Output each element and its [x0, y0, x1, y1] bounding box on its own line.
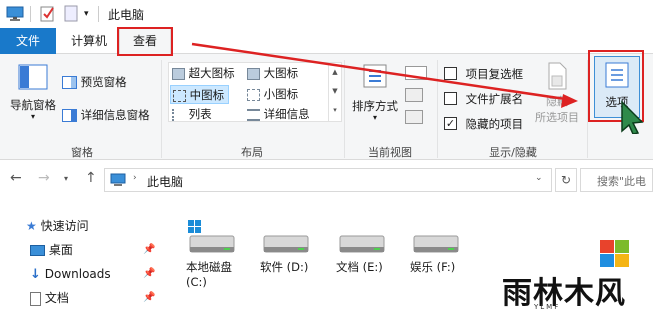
view-tab-highlight-box: [117, 27, 173, 56]
tree-item-downloads[interactable]: ↓ Downloads: [30, 263, 111, 285]
windows-drive-icon: [188, 220, 235, 253]
drive-label-letter: (C:): [186, 275, 207, 289]
drive-item-e[interactable]: 文档 (E:): [336, 220, 396, 275]
pin-icon[interactable]: 📌: [143, 244, 155, 255]
pin-icon[interactable]: 📌: [143, 268, 155, 279]
windows-logo-icon: [600, 240, 629, 267]
watermark-logo: 雨林木风 YLMF: [500, 240, 650, 312]
pin-icon[interactable]: 📌: [143, 292, 155, 303]
documents-label: 文档: [44, 291, 69, 305]
computer-icon: [110, 173, 126, 186]
desktop-label: 桌面: [48, 243, 73, 257]
quick-access-label: 快速访问: [40, 219, 89, 233]
drive-label: 文档 (E:): [336, 260, 383, 274]
recent-dropdown-icon[interactable]: ▾: [64, 174, 68, 183]
breadcrumb[interactable]: 此电脑: [147, 173, 183, 190]
drive-icon: [339, 235, 385, 253]
back-arrow-icon[interactable]: ←: [10, 170, 22, 186]
address-dropdown-icon[interactable]: ⌄: [535, 173, 543, 183]
address-bar[interactable]: › 此电脑 ⌄: [104, 168, 552, 192]
drive-icon: [263, 235, 309, 253]
drive-label: 软件 (D:): [260, 260, 309, 274]
downloads-label: Downloads: [44, 267, 111, 281]
drive-item-f[interactable]: 娱乐 (F:): [410, 220, 470, 275]
watermark-subtext: YLMF: [534, 303, 561, 311]
desktop-icon: [30, 245, 45, 256]
refresh-icon: ↻: [560, 173, 572, 187]
tree-item-desktop[interactable]: 桌面: [30, 239, 73, 261]
drive-item-c[interactable]: 本地磁盘 (C:): [186, 220, 246, 289]
search-placeholder: 搜索"此电: [597, 175, 647, 188]
search-input[interactable]: 搜索"此电: [580, 168, 653, 192]
drive-icon: [413, 235, 459, 253]
tree-item-documents[interactable]: 文档: [30, 287, 69, 309]
drive-item-d[interactable]: 软件 (D:): [260, 220, 320, 275]
drive-label: 本地磁盘: [186, 260, 232, 274]
watermark-text: 雨林木风: [502, 276, 626, 311]
tree-item-quick-access[interactable]: ★ 快速访问: [26, 215, 89, 237]
star-icon: ★: [26, 219, 37, 233]
up-arrow-icon[interactable]: ↑: [85, 170, 97, 186]
refresh-button[interactable]: ↻: [555, 168, 577, 192]
download-icon: ↓: [30, 267, 41, 282]
breadcrumb-chevron-icon[interactable]: ›: [133, 173, 137, 183]
drive-label: 娱乐 (F:): [410, 260, 456, 274]
documents-icon: [30, 291, 41, 306]
forward-arrow-icon[interactable]: →: [38, 170, 50, 186]
